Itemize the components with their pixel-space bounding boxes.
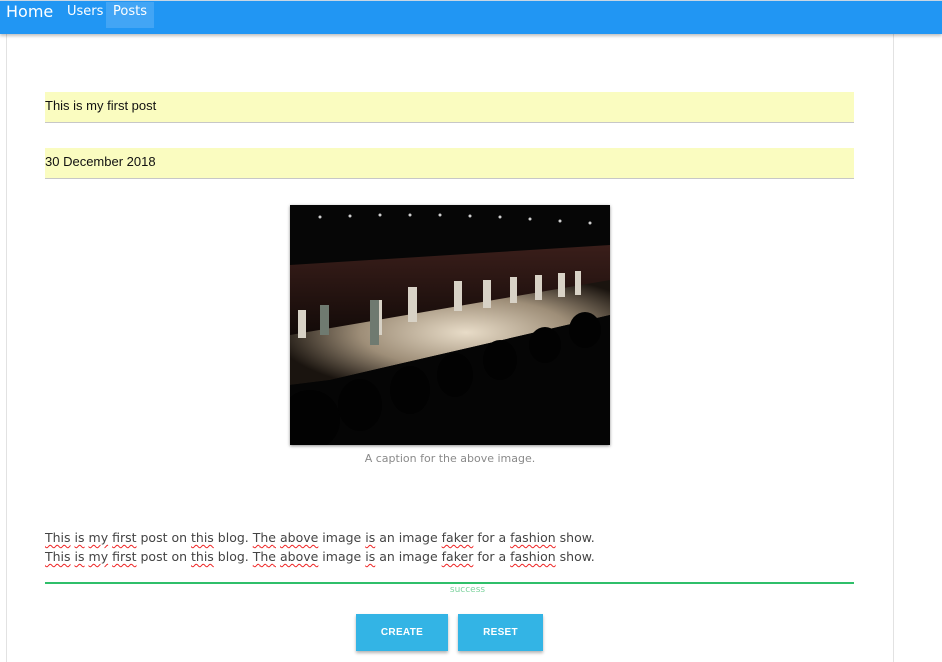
body-word: first xyxy=(112,530,137,545)
body-word: is xyxy=(365,549,376,564)
post-body-textarea[interactable]: This is my first post on this blog. The … xyxy=(45,528,854,584)
body-word: fashion xyxy=(510,530,556,545)
reset-button[interactable]: RESET xyxy=(458,614,543,651)
body-line-1: This is my first post on this blog. The … xyxy=(45,528,854,547)
body-word: my xyxy=(88,530,109,545)
body-text-span: blog. xyxy=(213,549,253,564)
body-text-span: show. xyxy=(555,530,595,545)
body-text-span: for a xyxy=(473,530,511,545)
body-word: This xyxy=(45,549,71,564)
body-line-2: This is my first post on this blog. The … xyxy=(45,547,854,566)
body-word: my xyxy=(88,549,109,564)
body-text-span: image xyxy=(318,549,366,564)
body-text-span: an image xyxy=(375,549,442,564)
nav-home-link[interactable]: Home xyxy=(6,2,53,24)
top-navbar: Home Users Posts xyxy=(0,0,942,34)
date-input[interactable]: 30 December 2018 xyxy=(45,148,854,179)
title-input[interactable]: This is my first post xyxy=(45,92,854,123)
body-word: this xyxy=(191,530,214,545)
body-word: The xyxy=(252,549,276,564)
body-word: above xyxy=(279,530,319,545)
body-word: above xyxy=(279,549,319,564)
nav-users-link[interactable]: Users xyxy=(60,2,110,28)
body-text-span: post on xyxy=(136,530,192,545)
body-word: The xyxy=(252,530,276,545)
validation-hint: success xyxy=(449,585,486,595)
body-text-span: an image xyxy=(375,530,442,545)
body-text-span: for a xyxy=(473,549,511,564)
body-text-span: post on xyxy=(136,549,192,564)
body-text-span: show. xyxy=(555,549,595,564)
image-caption: A caption for the above image. xyxy=(364,452,536,465)
body-word: faker xyxy=(441,530,474,545)
body-text-span: image xyxy=(318,530,366,545)
body-word: is xyxy=(74,530,85,545)
body-word: fashion xyxy=(510,549,556,564)
body-word: this xyxy=(191,549,214,564)
post-image xyxy=(290,205,610,445)
create-button[interactable]: CREATE xyxy=(356,614,448,651)
body-word: faker xyxy=(441,549,474,564)
nav-posts-link[interactable]: Posts xyxy=(106,2,154,28)
body-word: This xyxy=(45,530,71,545)
body-word: first xyxy=(112,549,137,564)
body-word: is xyxy=(365,530,376,545)
body-text-span: blog. xyxy=(213,530,253,545)
runway-photo xyxy=(290,205,610,445)
body-word: is xyxy=(74,549,85,564)
